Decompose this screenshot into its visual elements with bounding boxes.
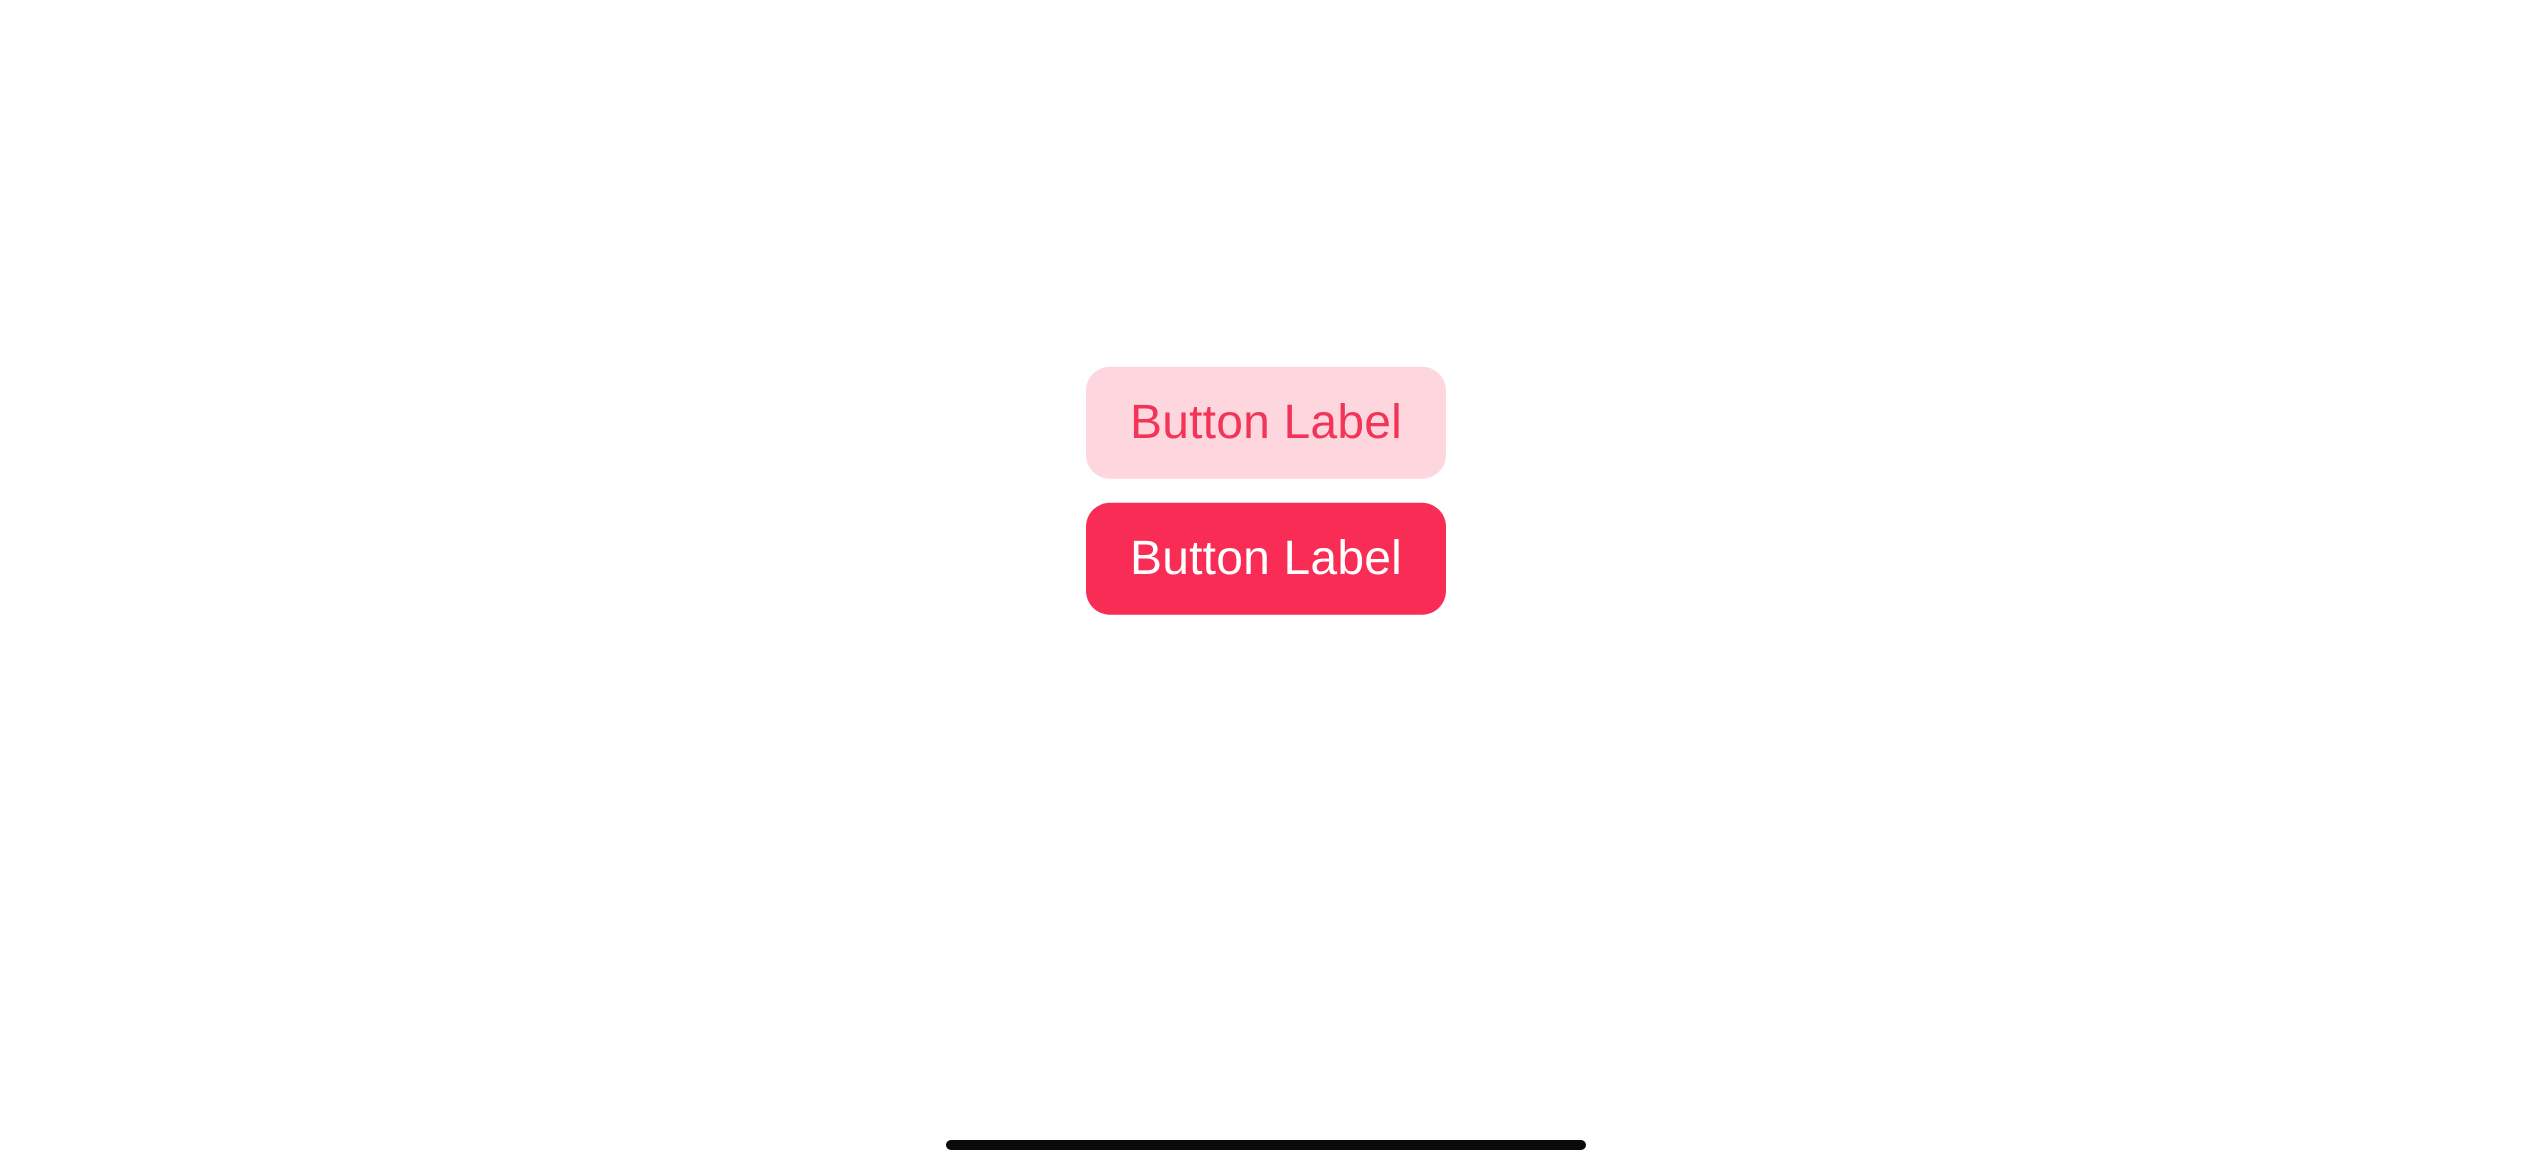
filled-button[interactable]: Button Label bbox=[1086, 503, 1446, 615]
tinted-button-label: Button Label bbox=[1130, 399, 1402, 447]
filled-button-label: Button Label bbox=[1130, 535, 1402, 583]
tinted-button[interactable]: Button Label bbox=[1086, 367, 1446, 479]
button-group: Button Label Button Label bbox=[1086, 367, 1446, 615]
home-indicator[interactable] bbox=[946, 1140, 1586, 1150]
